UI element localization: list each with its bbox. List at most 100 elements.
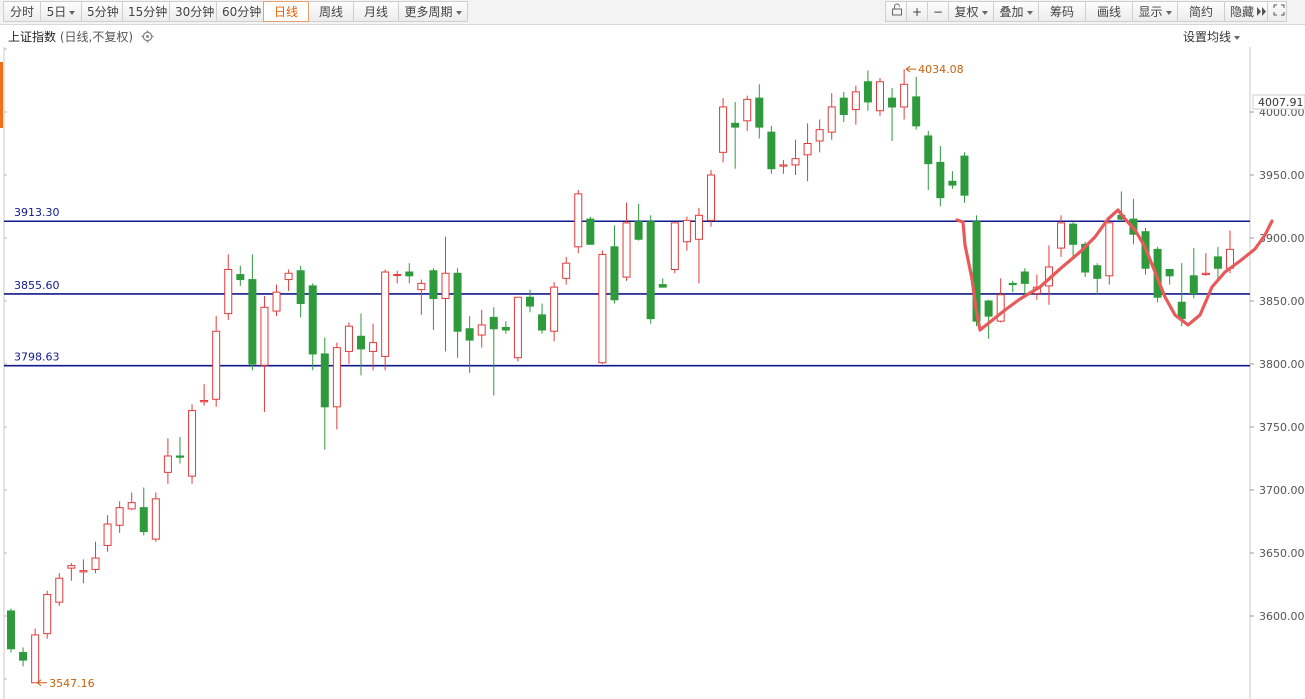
candle-body[interactable] bbox=[984, 300, 993, 317]
candle-body[interactable] bbox=[344, 325, 353, 352]
candle-body[interactable] bbox=[200, 400, 209, 403]
period-5-button[interactable]: 60分钟 bbox=[216, 1, 264, 22]
candle-body[interactable] bbox=[19, 652, 28, 661]
candle-body[interactable] bbox=[357, 335, 366, 350]
candle-body[interactable] bbox=[320, 353, 329, 408]
candle-body[interactable] bbox=[1093, 265, 1102, 279]
candle-body[interactable] bbox=[1201, 272, 1210, 276]
candle-body[interactable] bbox=[127, 502, 136, 510]
candle-body[interactable] bbox=[658, 284, 667, 288]
candle-body[interactable] bbox=[863, 81, 872, 103]
candle-body[interactable] bbox=[441, 272, 450, 299]
candle-body[interactable] bbox=[755, 97, 764, 128]
candle-body[interactable] bbox=[501, 326, 510, 331]
period-9-button[interactable]: 更多周期 bbox=[398, 1, 468, 22]
candle-body[interactable] bbox=[79, 570, 88, 573]
candle-body[interactable] bbox=[103, 523, 112, 546]
candle-body[interactable] bbox=[489, 316, 498, 330]
candle-body[interactable] bbox=[731, 122, 740, 128]
candle-body[interactable] bbox=[634, 221, 643, 240]
candle-body[interactable] bbox=[875, 81, 884, 112]
candle-body[interactable] bbox=[682, 219, 691, 243]
candle-body[interactable] bbox=[296, 270, 305, 305]
candle-body[interactable] bbox=[936, 161, 945, 199]
candle-body[interactable] bbox=[900, 83, 909, 108]
candle-body[interactable] bbox=[586, 218, 595, 245]
candle-body[interactable] bbox=[743, 98, 752, 122]
candle-body[interactable] bbox=[1213, 256, 1222, 269]
candle-body[interactable] bbox=[924, 135, 933, 165]
candle-body[interactable] bbox=[767, 131, 776, 170]
candle-body[interactable] bbox=[260, 306, 269, 366]
candle-body[interactable] bbox=[719, 106, 728, 153]
candle-body[interactable] bbox=[1069, 223, 1078, 245]
candle-body[interactable] bbox=[453, 272, 462, 332]
candle-body[interactable] bbox=[308, 285, 317, 355]
tool-7-button[interactable]: 显示 bbox=[1132, 1, 1178, 22]
candle-body[interactable] bbox=[381, 271, 390, 357]
candle-body[interactable] bbox=[429, 270, 438, 299]
candle-body[interactable] bbox=[888, 97, 897, 108]
candle-body[interactable] bbox=[622, 222, 631, 278]
candle-body[interactable] bbox=[815, 129, 824, 142]
candle-body[interactable] bbox=[224, 269, 233, 315]
fullscreen-button[interactable] bbox=[1267, 1, 1287, 22]
candle-body[interactable] bbox=[212, 330, 221, 400]
candle-body[interactable] bbox=[707, 174, 716, 221]
tool-3-button[interactable]: 复权 bbox=[948, 1, 994, 22]
candle-body[interactable] bbox=[513, 296, 522, 359]
candle-body[interactable] bbox=[477, 324, 486, 336]
period-4-button[interactable]: 30分钟 bbox=[169, 1, 217, 22]
candle-body[interactable] bbox=[139, 507, 148, 533]
candle-body[interactable] bbox=[960, 155, 969, 196]
candle-body[interactable] bbox=[948, 180, 957, 186]
candle-body[interactable] bbox=[779, 164, 788, 167]
candle-body[interactable] bbox=[1165, 269, 1174, 277]
candle-body[interactable] bbox=[151, 498, 160, 540]
candle-body[interactable] bbox=[1008, 282, 1017, 286]
tool-5-button[interactable]: 筹码 bbox=[1038, 1, 1086, 22]
candle-body[interactable] bbox=[236, 274, 245, 281]
candle-body[interactable] bbox=[1189, 275, 1198, 294]
candle-body[interactable] bbox=[163, 455, 172, 473]
candle-body[interactable] bbox=[31, 634, 40, 684]
candle-body[interactable] bbox=[670, 222, 679, 271]
candle-body[interactable] bbox=[803, 143, 812, 156]
candle-body[interactable] bbox=[369, 342, 378, 352]
candle-body[interactable] bbox=[1177, 301, 1186, 320]
candle-body[interactable] bbox=[610, 246, 619, 301]
candle-body[interactable] bbox=[827, 106, 836, 133]
candle-body[interactable] bbox=[332, 347, 341, 408]
tool-6-button[interactable]: 画线 bbox=[1085, 1, 1133, 22]
period-3-button[interactable]: 15分钟 bbox=[122, 1, 170, 22]
zoom-in-button[interactable]: + bbox=[906, 1, 928, 22]
ma-settings-dropdown[interactable]: 设置均线 bbox=[1183, 28, 1240, 45]
candle-body[interactable] bbox=[646, 221, 655, 320]
candle-body[interactable] bbox=[694, 214, 703, 240]
candle-body[interactable] bbox=[851, 91, 860, 110]
double-arrow-right-button[interactable]: 隐藏 bbox=[1224, 1, 1268, 22]
candle-body[interactable] bbox=[574, 193, 583, 248]
candle-body[interactable] bbox=[791, 158, 800, 166]
candle-body[interactable] bbox=[284, 272, 293, 281]
candle-body[interactable] bbox=[67, 565, 76, 569]
period-1-button[interactable]: 5日 bbox=[40, 1, 82, 22]
candle-body[interactable] bbox=[7, 610, 15, 650]
candlestick-chart[interactable]: 3600.00 3650.00 3700.00 3750.00 3800.00 3850.… bbox=[0, 47, 1305, 699]
period-2-button[interactable]: 5分钟 bbox=[81, 1, 123, 22]
candle-body[interactable] bbox=[55, 577, 64, 603]
candle-body[interactable] bbox=[393, 274, 402, 277]
period-7-button[interactable]: 周线 bbox=[308, 1, 354, 22]
period-6-button[interactable]: 日线 bbox=[263, 1, 309, 22]
tool-4-button[interactable]: 叠加 bbox=[993, 1, 1039, 22]
candle-body[interactable] bbox=[839, 97, 848, 116]
candle-body[interactable] bbox=[550, 286, 559, 332]
candle-body[interactable] bbox=[465, 328, 474, 341]
candle-body[interactable] bbox=[912, 96, 921, 127]
candle-body[interactable] bbox=[43, 594, 52, 635]
candle-body[interactable] bbox=[272, 291, 281, 312]
candle-body[interactable] bbox=[562, 262, 571, 279]
candle-body[interactable] bbox=[1057, 222, 1066, 249]
candle-body[interactable] bbox=[175, 455, 184, 458]
candle-body[interactable] bbox=[598, 253, 607, 364]
